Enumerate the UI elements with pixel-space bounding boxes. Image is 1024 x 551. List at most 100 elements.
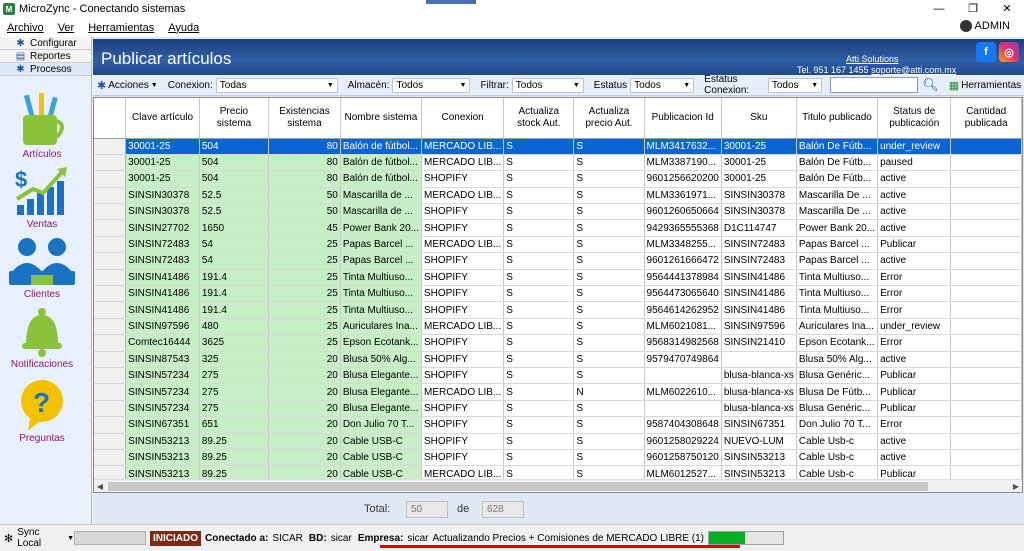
row-header[interactable] xyxy=(94,187,127,205)
table-cell[interactable] xyxy=(950,416,1022,434)
sidebar-item-preguntas[interactable]: ? Preguntas xyxy=(6,379,78,444)
table-cell[interactable]: Blusa Elegante... xyxy=(340,400,422,418)
table-cell[interactable]: Power Bank 20... xyxy=(340,219,422,237)
table-cell[interactable] xyxy=(644,400,722,418)
email-link[interactable]: soporte@atti.com.mx xyxy=(871,65,956,75)
menu-herramientas[interactable]: Herramientas xyxy=(81,22,161,34)
table-row[interactable]: SINSIN97596 480 25 Auriculares Ina... MERCAD… xyxy=(94,318,1022,336)
table-cell[interactable]: 30001-25 xyxy=(721,154,797,172)
table-cell[interactable]: 89.25 xyxy=(199,449,270,467)
table-cell[interactable]: S xyxy=(503,301,575,319)
table-cell[interactable]: 25 xyxy=(268,301,341,319)
table-cell[interactable]: active xyxy=(877,449,952,467)
column-header[interactable]: Conexion xyxy=(421,98,505,139)
table-cell[interactable]: S xyxy=(573,138,645,155)
table-cell[interactable]: SINSIN57234 xyxy=(125,367,200,385)
table-cell[interactable]: SINSIN41486 xyxy=(125,301,200,319)
table-cell[interactable]: 54 xyxy=(199,252,270,270)
table-cell[interactable]: 504 xyxy=(199,138,270,155)
table-row[interactable]: SINSIN41486 191.4 25 Tinta Multiuso... SHOPI… xyxy=(94,285,1022,303)
table-cell[interactable]: 50 xyxy=(268,187,341,205)
table-cell[interactable]: S xyxy=(503,318,575,336)
table-cell[interactable]: S xyxy=(503,252,575,270)
table-cell[interactable]: Publicar xyxy=(877,383,952,401)
table-cell[interactable]: Tinta Multiuso... xyxy=(340,269,422,287)
table-cell[interactable]: SINSIN41486 xyxy=(125,285,200,303)
row-header[interactable] xyxy=(94,433,127,450)
table-cell[interactable]: Balón De Fútb... xyxy=(796,138,879,155)
table-cell[interactable]: 20 xyxy=(268,351,341,368)
row-header[interactable] xyxy=(94,219,127,237)
table-row[interactable]: SINSIN67351 651 20 Don Julio 70 T... SHOPIFY… xyxy=(94,416,1022,434)
table-cell[interactable]: SHOPIFY xyxy=(421,252,505,270)
table-row[interactable]: 30001-25 504 80 Balón de fútbol... MERCADO L… xyxy=(94,154,1022,172)
row-header[interactable] xyxy=(94,285,127,303)
table-cell[interactable]: S xyxy=(573,203,645,221)
facebook-icon[interactable]: f xyxy=(976,42,996,62)
acciones-button[interactable]: ✱ Acciones ▼ xyxy=(97,79,158,92)
row-header[interactable] xyxy=(94,334,127,352)
table-cell[interactable]: N xyxy=(573,383,645,401)
table-cell[interactable]: S xyxy=(573,285,645,303)
table-cell[interactable]: S xyxy=(503,154,575,172)
column-header[interactable]: Publicacion Id xyxy=(644,98,722,139)
table-cell[interactable]: Cable Usb-c xyxy=(796,433,879,450)
table-cell[interactable]: Balón De Fútb... xyxy=(796,170,879,188)
minimize-button[interactable]: — xyxy=(922,0,956,18)
table-cell[interactable]: 45 xyxy=(268,219,341,237)
row-header[interactable] xyxy=(94,252,127,270)
table-cell[interactable]: Error xyxy=(877,269,952,287)
table-cell[interactable] xyxy=(950,383,1022,401)
column-header[interactable]: Clave artículo xyxy=(125,98,200,139)
table-cell[interactable]: SINSIN72483 xyxy=(721,236,797,254)
table-cell[interactable]: SINSIN72483 xyxy=(125,252,200,270)
table-cell[interactable] xyxy=(950,285,1022,303)
table-row[interactable]: SINSIN57234 275 20 Blusa Elegante... SHOPIFY… xyxy=(94,400,1022,418)
menu-archivo[interactable]: Archivo xyxy=(0,22,51,34)
table-cell[interactable]: MERCADO LIB... xyxy=(421,236,505,254)
table-cell[interactable]: S xyxy=(573,187,645,205)
table-cell[interactable]: 80 xyxy=(268,138,341,155)
table-cell[interactable]: 651 xyxy=(199,416,270,434)
table-cell[interactable]: SINSIN72483 xyxy=(125,236,200,254)
table-cell[interactable]: 25 xyxy=(268,252,341,270)
table-row[interactable]: SINSIN30378 52.5 50 Mascarilla de ... SHOPIF… xyxy=(94,203,1022,221)
table-cell[interactable]: 191.4 xyxy=(199,269,270,287)
table-cell[interactable] xyxy=(950,318,1022,336)
table-cell[interactable]: SHOPIFY xyxy=(421,301,505,319)
table-cell[interactable]: S xyxy=(573,433,645,450)
table-cell[interactable]: SHOPIFY xyxy=(421,416,505,434)
table-cell[interactable]: 20 xyxy=(268,449,341,467)
table-cell[interactable]: under_review xyxy=(877,318,952,336)
table-cell[interactable]: S xyxy=(503,203,575,221)
table-cell[interactable]: Balón de fútbol... xyxy=(340,170,422,188)
table-cell[interactable]: Papas Barcel ... xyxy=(796,252,879,270)
table-cell[interactable]: SINSIN57234 xyxy=(125,400,200,418)
table-cell[interactable]: blusa-blanca-xs xyxy=(721,367,797,385)
user-menu[interactable]: ADMIN xyxy=(959,20,1010,32)
table-cell[interactable]: SINSIN41486 xyxy=(721,285,797,303)
table-cell[interactable]: S xyxy=(503,449,575,467)
table-cell[interactable]: SINSIN53213 xyxy=(125,449,200,467)
table-cell[interactable]: 20 xyxy=(268,416,341,434)
table-cell[interactable]: Tinta Multiuso... xyxy=(340,301,422,319)
table-cell[interactable]: SHOPIFY xyxy=(421,433,505,450)
table-cell[interactable]: S xyxy=(573,252,645,270)
table-cell[interactable]: Blusa 50% Alg... xyxy=(340,351,422,368)
table-cell[interactable] xyxy=(950,236,1022,254)
column-header[interactable]: Precio sistema xyxy=(199,98,270,139)
table-cell[interactable]: Error xyxy=(877,416,952,434)
table-cell[interactable] xyxy=(950,187,1022,205)
table-cell[interactable]: SINSIN67351 xyxy=(125,416,200,434)
table-cell[interactable]: 25 xyxy=(268,318,341,336)
table-cell[interactable]: Blusa De Fútb... xyxy=(796,383,879,401)
table-cell[interactable]: MLM6021081... xyxy=(644,318,722,336)
table-cell[interactable]: 275 xyxy=(199,367,270,385)
table-cell[interactable]: Error xyxy=(877,285,952,303)
table-cell[interactable]: SINSIN41486 xyxy=(721,301,797,319)
table-cell[interactable] xyxy=(950,138,1022,155)
table-cell[interactable]: Epson Ecotank... xyxy=(340,334,422,352)
table-cell[interactable]: Tinta Multiuso... xyxy=(796,285,879,303)
table-cell[interactable]: 325 xyxy=(199,351,270,368)
table-cell[interactable] xyxy=(950,269,1022,287)
